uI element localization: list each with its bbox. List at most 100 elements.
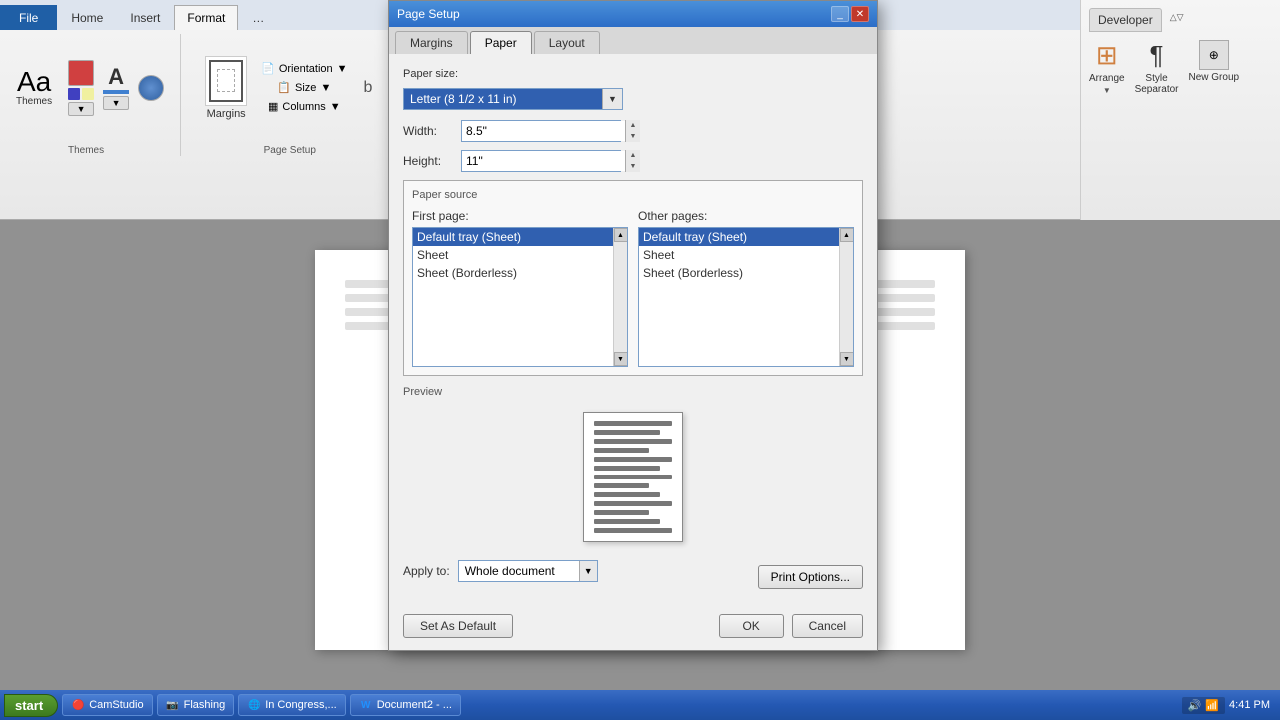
taskbar-item-document[interactable]: W Document2 - ... xyxy=(350,694,461,716)
dialog-minimize-button[interactable]: _ xyxy=(831,6,849,22)
margins-preview[interactable] xyxy=(205,56,247,106)
size-icon: 📋 xyxy=(277,81,291,94)
tab-more[interactable]: … xyxy=(239,5,277,30)
first-page-scroll-up[interactable]: ▲ xyxy=(614,228,628,242)
apply-to-select[interactable]: Whole document ▼ xyxy=(458,560,598,582)
preview-line-3 xyxy=(594,439,672,444)
print-options-button[interactable]: Print Options... xyxy=(758,565,863,589)
first-page-scroll-down[interactable]: ▼ xyxy=(614,352,628,366)
tab-margins[interactable]: Margins xyxy=(395,31,468,54)
camstudio-label: CamStudio xyxy=(89,699,143,711)
orientation-icon: 📄 xyxy=(261,62,275,75)
paper-source-header: Paper source xyxy=(412,189,854,201)
developer-tab[interactable]: Developer xyxy=(1089,8,1162,32)
first-page-listbox[interactable]: Default tray (Sheet) Sheet Sheet (Border… xyxy=(412,227,628,367)
color-picker-btn[interactable]: ▼ xyxy=(68,102,94,116)
new-group-icon: ⊕ xyxy=(1199,40,1229,70)
paper-size-label: Paper size: xyxy=(403,68,863,80)
camstudio-icon: 🔴 xyxy=(71,698,85,712)
apply-row: Apply to: Whole document ▼ xyxy=(403,560,598,582)
preview-line-9 xyxy=(594,492,660,497)
flashing-icon: 📷 xyxy=(166,698,180,712)
other-pages-scroll-down[interactable]: ▼ xyxy=(840,352,854,366)
other-pages-col: Other pages: Default tray (Sheet) Sheet … xyxy=(638,209,854,367)
columns-icon: ▦ xyxy=(268,100,278,113)
congress-label: In Congress,... xyxy=(265,699,337,711)
arrange-arrow: ▼ xyxy=(1103,86,1111,95)
themes-icon: Aa xyxy=(17,68,51,96)
orientation-button[interactable]: 📄 Orientation ▼ xyxy=(255,60,353,77)
cancel-button[interactable]: Cancel xyxy=(792,614,863,638)
ribbon-group-page-setup: Margins 📄 Orientation ▼ 📋 Size ▼ xyxy=(205,34,391,156)
apply-to-label: Apply to: xyxy=(403,564,450,578)
document-icon: W xyxy=(359,698,373,712)
page-setup-expand[interactable]: b xyxy=(362,78,375,98)
tab-layout[interactable]: Layout xyxy=(534,31,600,54)
document-label: Document2 - ... xyxy=(377,699,452,711)
font-dropdown[interactable]: ▼ xyxy=(103,96,129,110)
tray-icon-2: 📶 xyxy=(1205,699,1219,712)
other-pages-listbox[interactable]: Default tray (Sheet) Sheet Sheet (Border… xyxy=(638,227,854,367)
right-panel-buttons: ⊞ Arrange ▼ ¶ StyleSeparator ⊕ New Group xyxy=(1089,40,1272,95)
taskbar-time: 4:41 PM xyxy=(1229,699,1270,711)
tab-paper[interactable]: Paper xyxy=(470,31,532,54)
arrange-icon: ⊞ xyxy=(1096,40,1118,71)
start-button[interactable]: start xyxy=(4,694,58,717)
preview-line-1 xyxy=(594,421,672,426)
bottom-controls: Apply to: Whole document ▼ Print Options… xyxy=(403,560,863,594)
font-a-underline xyxy=(103,90,129,94)
color-swatch-red xyxy=(68,60,94,86)
taskbar-item-camstudio[interactable]: 🔴 CamStudio xyxy=(62,694,152,716)
first-page-col: First page: Default tray (Sheet) Sheet S… xyxy=(412,209,628,367)
preview-line-4 xyxy=(594,448,649,453)
paper-size-arrow[interactable]: ▼ xyxy=(602,89,622,109)
size-button[interactable]: 📋 Size ▼ xyxy=(271,79,337,96)
start-label: start xyxy=(15,698,43,713)
circle-icon xyxy=(138,75,164,101)
preview-line-2 xyxy=(594,430,660,435)
width-up[interactable]: ▲ xyxy=(626,120,640,131)
tab-insert[interactable]: Insert xyxy=(117,5,173,30)
height-spinner: ▲ ▼ xyxy=(625,150,640,172)
set-as-default-button[interactable]: Set As Default xyxy=(403,614,513,638)
other-page-item-default[interactable]: Default tray (Sheet) xyxy=(639,228,853,246)
dialog-footer: Set As Default OK Cancel xyxy=(389,608,877,650)
other-page-item-borderless[interactable]: Sheet (Borderless) xyxy=(639,264,853,282)
dialog-body: Paper size: Letter (8 1/2 x 11 in) ▼ Wid… xyxy=(389,54,877,608)
other-page-item-sheet[interactable]: Sheet xyxy=(639,246,853,264)
columns-arrow: ▼ xyxy=(330,101,341,113)
tab-file[interactable]: File xyxy=(0,5,57,30)
height-up[interactable]: ▲ xyxy=(626,150,640,161)
taskbar-item-congress[interactable]: 🌐 In Congress,... xyxy=(238,694,346,716)
tab-format[interactable]: Format xyxy=(174,5,238,30)
width-spinner: ▲ ▼ xyxy=(625,120,640,142)
tray-icon-1: 🔊 xyxy=(1188,699,1202,712)
tab-home[interactable]: Home xyxy=(58,5,116,30)
width-down[interactable]: ▼ xyxy=(626,131,640,142)
other-pages-label: Other pages: xyxy=(638,209,854,223)
panel-icons: △▽ xyxy=(1166,8,1188,32)
other-pages-scroll-up[interactable]: ▲ xyxy=(840,228,854,242)
columns-button[interactable]: ▦ Columns ▼ xyxy=(262,98,347,115)
orientation-group: 📄 Orientation ▼ 📋 Size ▼ ▦ Columns ▼ xyxy=(255,60,353,115)
height-input[interactable] xyxy=(462,151,625,171)
themes-button[interactable]: Aa Themes xyxy=(8,64,60,111)
first-page-item-borderless[interactable]: Sheet (Borderless) xyxy=(413,264,627,282)
size-arrow: ▼ xyxy=(320,82,331,94)
source-columns: First page: Default tray (Sheet) Sheet S… xyxy=(412,209,854,367)
orientation-arrow: ▼ xyxy=(337,63,348,75)
first-page-scrollbar: ▲ ▼ xyxy=(613,228,627,366)
taskbar-item-flashing[interactable]: 📷 Flashing xyxy=(157,694,235,716)
width-row: Width: ▲ ▼ xyxy=(403,120,863,142)
other-pages-scrollbar: ▲ ▼ xyxy=(839,228,853,366)
ok-button[interactable]: OK xyxy=(719,614,784,638)
paper-size-select[interactable]: Letter (8 1/2 x 11 in) ▼ xyxy=(403,88,623,110)
width-input[interactable] xyxy=(462,121,625,141)
right-panel: Developer △▽ ⊞ Arrange ▼ ¶ StyleSeparato… xyxy=(1080,0,1280,220)
dialog-close-button[interactable]: ✕ xyxy=(851,6,869,22)
first-page-item-default[interactable]: Default tray (Sheet) xyxy=(413,228,627,246)
height-down[interactable]: ▼ xyxy=(626,161,640,172)
first-page-item-sheet[interactable]: Sheet xyxy=(413,246,627,264)
height-label: Height: xyxy=(403,154,453,168)
apply-to-arrow[interactable]: ▼ xyxy=(579,561,597,581)
